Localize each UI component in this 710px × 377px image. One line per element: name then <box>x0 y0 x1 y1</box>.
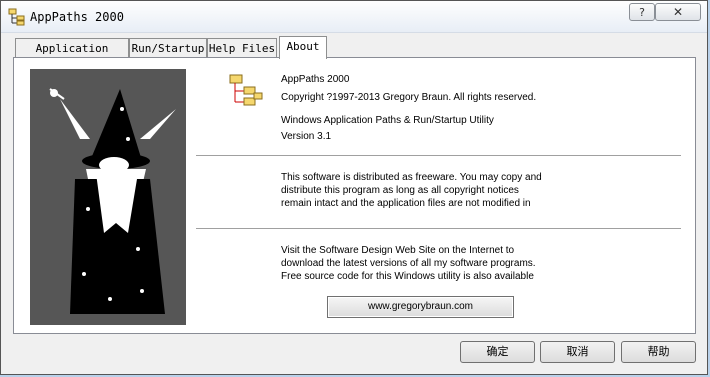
title-bar[interactable]: AppPaths 2000 ? ✕ <box>1 1 707 33</box>
version-text: Version 3.1 <box>281 131 332 142</box>
help-icon[interactable]: ? <box>629 3 655 21</box>
website-button[interactable]: www.gregorybraun.com <box>327 296 514 318</box>
cancel-button[interactable]: 取消 <box>540 341 615 363</box>
tab-run-startup[interactable]: Run/Startup <box>129 38 207 57</box>
website-line: Free source code for this Windows utilit… <box>281 271 534 282</box>
separator <box>196 155 681 157</box>
freeware-line: distribute this program as long as all c… <box>281 185 519 196</box>
tab-application-paths[interactable]: Application Paths <box>15 38 129 74</box>
website-line: Visit the Software Design Web Site on th… <box>281 245 515 256</box>
app-name: AppPaths 2000 <box>281 74 350 85</box>
wizard-illustration <box>30 69 186 325</box>
about-panel: AppPaths 2000 Copyright ?1997-2013 Grego… <box>13 57 696 334</box>
freeware-line: This software is distributed as freeware… <box>281 172 542 183</box>
folder-tree-icon <box>229 74 263 106</box>
app-window: AppPaths 2000 ? ✕ Application Paths Run/… <box>0 0 708 375</box>
ok-button[interactable]: 确定 <box>460 341 535 363</box>
help-button[interactable]: 帮助 <box>621 341 696 363</box>
app-tree-icon <box>8 8 25 26</box>
tab-about[interactable]: About <box>279 36 327 59</box>
app-description: Windows Application Paths & Run/Startup … <box>281 115 494 126</box>
copyright-text: Copyright ?1997-2013 Gregory Braun. All … <box>281 92 537 103</box>
close-icon[interactable]: ✕ <box>655 3 701 21</box>
freeware-line: remain intact and the application files … <box>281 198 531 209</box>
window-title: AppPaths 2000 <box>30 10 124 24</box>
website-line: download the latest versions of all my s… <box>281 258 536 269</box>
tab-help-files[interactable]: Help Files <box>207 38 277 57</box>
separator <box>196 228 681 230</box>
